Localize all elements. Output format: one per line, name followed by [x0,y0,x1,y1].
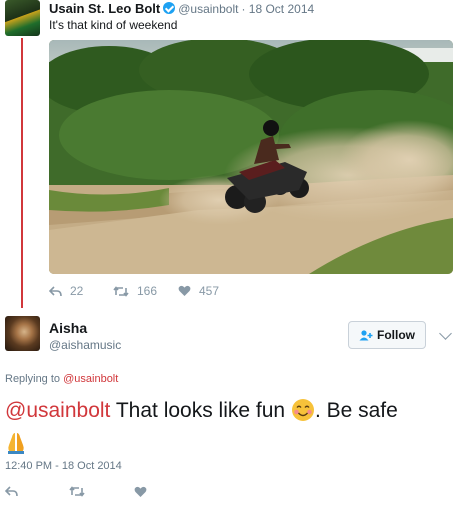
retweet-reply-button[interactable] [69,486,93,497]
reply-count: 22 [70,284,84,298]
tweet-actions: 22 166 457 [0,284,464,304]
like-button[interactable]: 457 [178,284,219,298]
reply-icon [5,486,18,497]
folded-hands-emoji [5,431,27,463]
thread-connector-line [21,38,23,308]
tweet-text: It's that kind of weekend [49,18,178,32]
add-user-icon [359,329,373,340]
replying-to-mention[interactable]: @usainbolt [63,373,118,385]
replying-prefix: Replying to [5,373,61,385]
atv-dirt-road-photo [49,40,453,274]
tweet-author-handle[interactable]: @usainbolt [178,2,238,16]
reply-button[interactable]: 22 [49,284,83,298]
reply-actions [0,486,464,500]
reply-timestamp[interactable]: 12:40 PM - 18 Oct 2014 [5,460,122,472]
verified-badge-icon [163,2,176,14]
follow-button[interactable]: Follow [348,321,426,349]
like-reply-button[interactable] [134,486,155,498]
aisha-avatar[interactable] [5,316,40,351]
like-icon [178,285,191,296]
retweet-icon [113,285,129,297]
retweet-count: 166 [137,284,158,298]
like-count: 457 [199,284,220,298]
reply-mention[interactable]: @usainbolt [5,399,110,422]
retweet-icon [69,486,85,497]
usainbolt-avatar[interactable] [5,0,40,36]
tweet-date[interactable]: · 18 Oct 2014 [241,2,314,16]
reply-text-after: . Be safe [314,399,398,422]
reply-to-reply-button[interactable] [5,486,26,497]
tweet-author-header: Usain St. Leo Bolt @usainbolt · 18 Oct 201… [49,1,314,16]
replying-to-line: Replying to @usainbolt [5,373,118,385]
tweet-photo[interactable] [49,40,453,274]
follow-label: Follow [377,328,415,342]
smiling-face-emoji [291,398,315,430]
reply-text: @usainbolt That looks like fun . Be safe [5,397,460,463]
reply-text-main: That looks like fun [110,399,291,422]
chevron-down-icon[interactable] [439,327,452,340]
retweet-button[interactable]: 166 [113,284,157,298]
reply-author-name[interactable]: Aisha [49,320,87,336]
reply-icon [49,285,62,296]
like-icon [134,486,147,497]
tweet-author-name[interactable]: Usain St. Leo Bolt [49,1,160,16]
reply-author-handle[interactable]: @aishamusic [49,338,121,352]
